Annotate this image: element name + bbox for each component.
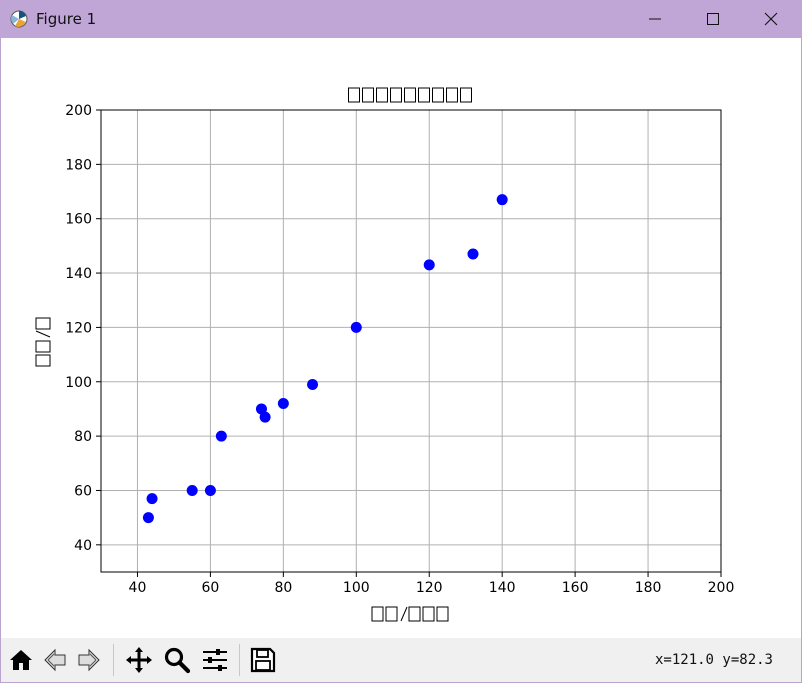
y-tick-label: 140 bbox=[65, 266, 92, 282]
missing-glyph-box bbox=[404, 87, 416, 103]
toolbar-separator bbox=[113, 644, 114, 676]
missing-glyph-box bbox=[446, 87, 458, 103]
label-slash bbox=[400, 606, 408, 622]
y-tick-label: 160 bbox=[65, 212, 92, 228]
missing-glyph-box bbox=[348, 87, 360, 103]
magnifier-icon bbox=[164, 647, 191, 674]
missing-glyph-box bbox=[371, 606, 384, 622]
figure-canvas[interactable]: 40 60 80 100 120 140 160 180 200 40 60 80 100 120 140 1… bbox=[1, 38, 801, 638]
x-tick-label: 200 bbox=[708, 580, 735, 596]
missing-glyph-box bbox=[460, 87, 472, 103]
back-button[interactable] bbox=[39, 644, 71, 676]
data-point bbox=[350, 321, 362, 333]
data-point bbox=[186, 484, 198, 496]
missing-glyph-box bbox=[362, 87, 374, 103]
data-point bbox=[146, 493, 158, 505]
minimize-icon bbox=[649, 18, 661, 20]
x-tick-label: 80 bbox=[274, 580, 292, 596]
missing-glyph-box bbox=[432, 87, 444, 103]
x-tick-label: 120 bbox=[416, 580, 443, 596]
y-axis-label bbox=[35, 317, 51, 367]
close-icon bbox=[764, 12, 778, 26]
sliders-icon bbox=[203, 649, 227, 671]
y-tick-label: 80 bbox=[74, 429, 92, 445]
x-tick-label: 40 bbox=[129, 580, 147, 596]
missing-glyph-box bbox=[436, 606, 449, 622]
chart-title bbox=[348, 87, 472, 103]
y-tick-label: 60 bbox=[74, 483, 92, 499]
move-icon bbox=[126, 647, 152, 673]
forward-button[interactable] bbox=[73, 644, 105, 676]
data-point bbox=[259, 411, 271, 423]
title-bar: Figure 1 bbox=[0, 0, 802, 38]
missing-glyph-box bbox=[390, 87, 402, 103]
x-axis-label bbox=[371, 606, 449, 622]
home-icon bbox=[10, 650, 32, 670]
data-point bbox=[215, 430, 227, 442]
window-title: Figure 1 bbox=[36, 10, 97, 28]
x-tick-label: 140 bbox=[489, 580, 516, 596]
missing-glyph-box bbox=[376, 87, 388, 103]
forward-arrow-icon bbox=[78, 648, 100, 672]
minimize-button[interactable] bbox=[626, 0, 684, 38]
back-arrow-icon bbox=[44, 648, 66, 672]
toolbar-separator bbox=[239, 644, 240, 676]
data-point bbox=[307, 378, 319, 390]
save-button[interactable] bbox=[247, 644, 279, 676]
zoom-button[interactable] bbox=[161, 644, 193, 676]
missing-glyph-box bbox=[35, 317, 51, 330]
missing-glyph-box bbox=[35, 354, 51, 367]
y-tick-label: 120 bbox=[65, 320, 92, 336]
missing-glyph-box bbox=[385, 606, 398, 622]
maximize-button[interactable] bbox=[684, 0, 742, 38]
close-button[interactable] bbox=[742, 0, 800, 38]
y-tick-label: 100 bbox=[65, 375, 92, 391]
matplotlib-figure-icon bbox=[10, 10, 28, 28]
x-tick-label: 160 bbox=[562, 580, 589, 596]
home-button[interactable] bbox=[5, 644, 37, 676]
label-slash bbox=[35, 330, 51, 338]
missing-glyph-box bbox=[422, 606, 435, 622]
save-icon bbox=[250, 647, 276, 673]
missing-glyph-box bbox=[35, 340, 51, 353]
data-point bbox=[467, 248, 479, 260]
y-tick-label: 200 bbox=[65, 103, 92, 119]
missing-glyph-box bbox=[418, 87, 430, 103]
pan-button[interactable] bbox=[123, 644, 155, 676]
data-point bbox=[496, 194, 508, 206]
x-tick-label: 180 bbox=[635, 580, 662, 596]
missing-glyph-box bbox=[408, 606, 421, 622]
x-tick-label: 60 bbox=[201, 580, 219, 596]
data-point bbox=[423, 259, 435, 271]
maximize-icon bbox=[707, 13, 719, 25]
configure-subplots-button[interactable] bbox=[199, 644, 231, 676]
y-tick-label: 40 bbox=[74, 538, 92, 554]
x-tick-label: 100 bbox=[343, 580, 370, 596]
data-point bbox=[277, 398, 289, 410]
data-point bbox=[204, 484, 216, 496]
navigation-toolbar: x=121.0 y=82.3 bbox=[1, 638, 801, 682]
plot-area bbox=[101, 110, 721, 572]
data-point bbox=[142, 512, 154, 524]
cursor-coordinates: x=121.0 y=82.3 bbox=[654, 652, 773, 668]
y-tick-label: 180 bbox=[65, 157, 92, 173]
